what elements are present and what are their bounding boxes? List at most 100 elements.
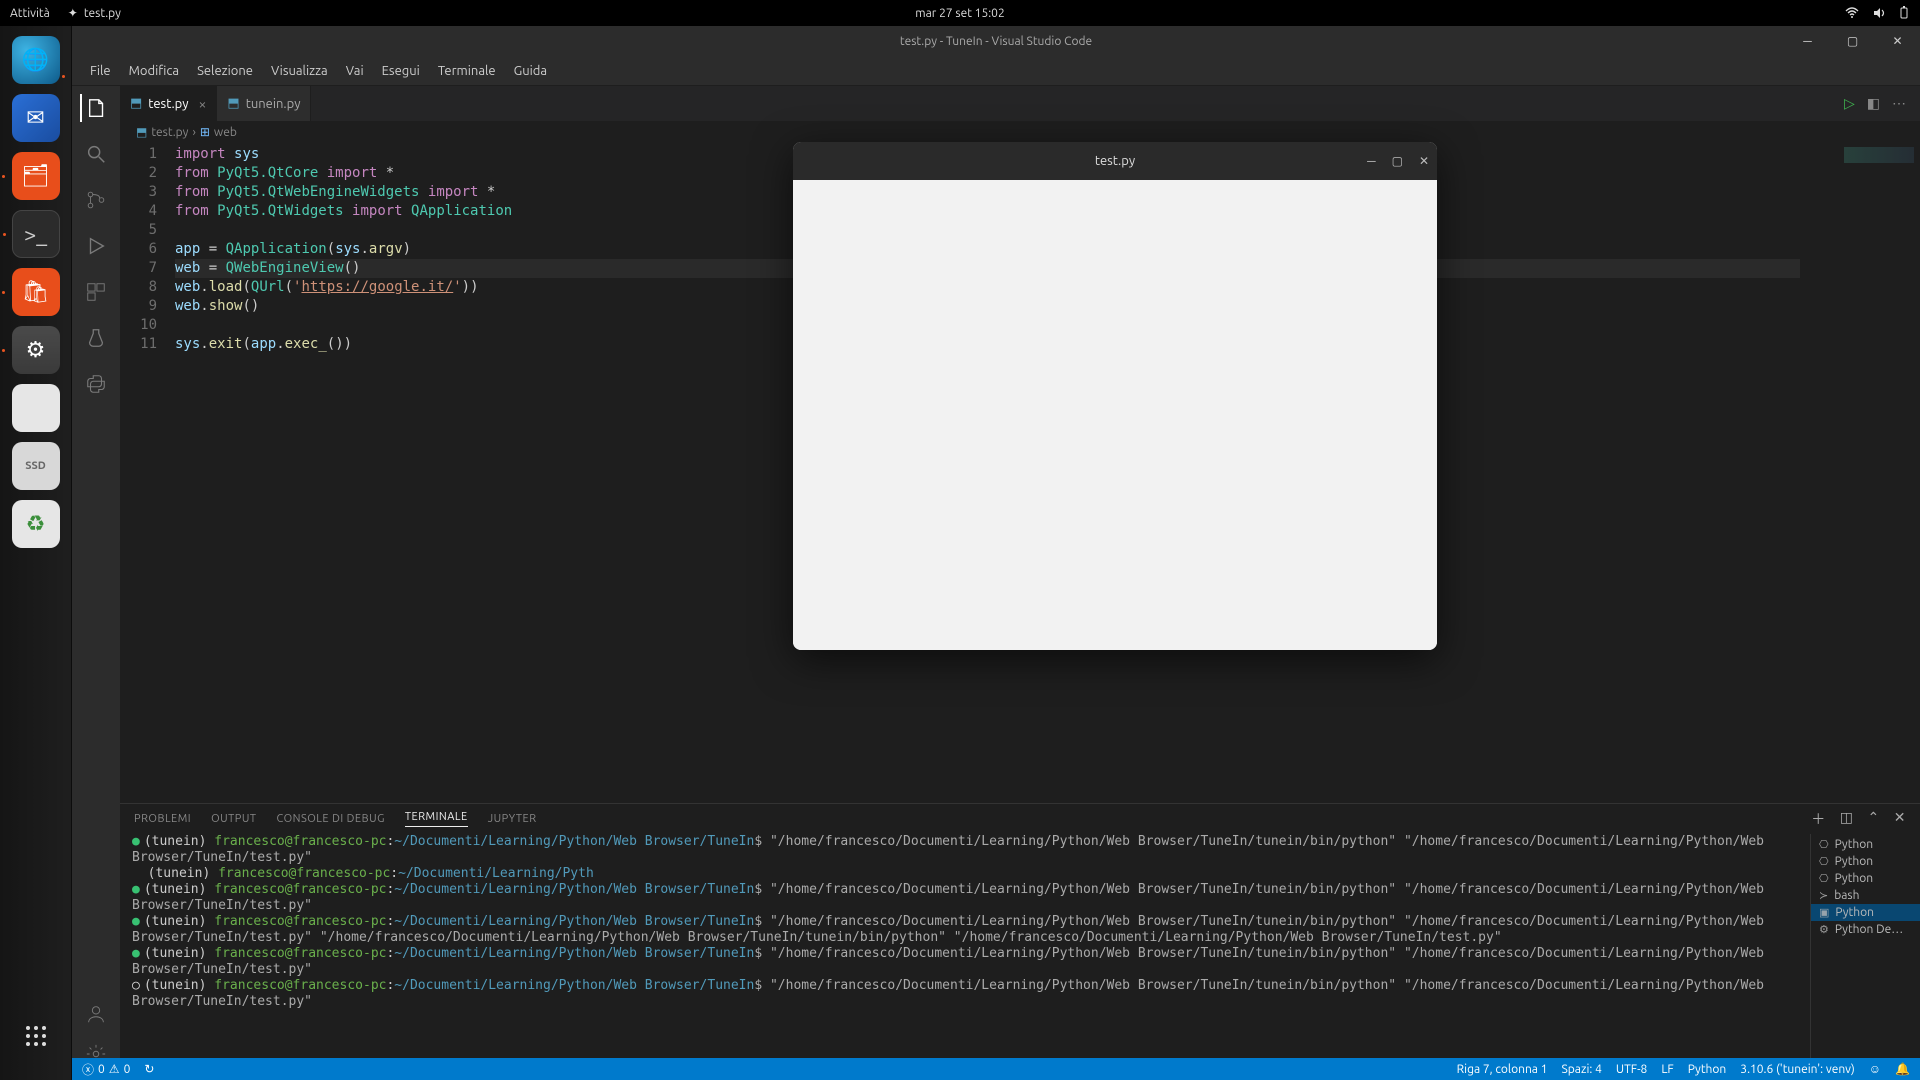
activity-run-debug-icon[interactable] — [82, 232, 110, 260]
terminal-line: ●(tunein) francesco@francesco-pc:~/Docum… — [132, 946, 1798, 978]
run-file-button[interactable]: ▷ — [1844, 95, 1855, 112]
status-eol[interactable]: LF — [1661, 1063, 1673, 1076]
status-encoding[interactable]: UTF-8 — [1616, 1063, 1647, 1076]
activity-bar — [72, 86, 120, 1058]
activity-accounts-icon[interactable] — [85, 1003, 107, 1025]
window-maximize-button[interactable]: ▢ — [1830, 26, 1875, 56]
dock-ssd-icon[interactable]: SSD — [12, 442, 60, 490]
terminal-kind-icon: ⎔ — [1819, 872, 1829, 885]
panel-maximize-icon[interactable]: ⌃ — [1868, 809, 1880, 829]
breadcrumb-file: test.py — [151, 126, 188, 139]
dock-files-icon[interactable]: 🗂 — [12, 152, 60, 200]
terminal-session-label: Python De… — [1835, 923, 1903, 936]
split-editor-icon[interactable]: ◧ — [1867, 95, 1880, 112]
activity-explorer-icon[interactable] — [80, 94, 110, 122]
panel-tab-output[interactable]: OUTPUT — [211, 813, 256, 825]
terminal-new-icon[interactable]: ＋ — [1811, 809, 1826, 829]
menu-selection[interactable]: Selezione — [189, 60, 261, 82]
volume-icon[interactable] — [1872, 6, 1886, 20]
tab-label: test.py — [148, 97, 188, 111]
status-debug-icon[interactable]: ↻ — [144, 1062, 154, 1076]
line-gutter: 1234567891011 — [120, 143, 175, 803]
chevron-right-icon: › — [192, 126, 195, 139]
status-cursor-pos[interactable]: Riga 7, colonna 1 — [1457, 1063, 1548, 1076]
panel-tab-jupyter[interactable]: JUPYTER — [488, 813, 537, 825]
editor-more-icon[interactable]: ⋯ — [1892, 95, 1906, 112]
terminal-session-item[interactable]: ⎔Python — [1811, 836, 1920, 853]
gnome-top-bar: Attività ✦ test.py mar 27 set 15:02 — [0, 0, 1920, 26]
panel-tab-debug-console[interactable]: CONSOLE DI DEBUG — [276, 813, 384, 825]
panel-tab-terminal[interactable]: TERMINALE — [405, 811, 468, 827]
child-minimize-button[interactable]: ─ — [1367, 154, 1376, 168]
menu-run[interactable]: Esegui — [374, 60, 428, 82]
dock-settings-icon[interactable]: ⚙ — [12, 326, 60, 374]
status-bar: ⓧ 0 ⚠ 0 ↻ Riga 7, colonna 1 Spazi: 4 UTF… — [72, 1058, 1920, 1080]
terminal-kind-icon: ≻ — [1819, 889, 1828, 902]
status-language[interactable]: Python — [1688, 1063, 1727, 1076]
status-indent[interactable]: Spazi: 4 — [1561, 1063, 1601, 1076]
breadcrumb[interactable]: ⬒ test.py › ⊞ web — [120, 121, 1920, 143]
dock-terminal-icon[interactable]: >_ — [12, 210, 60, 258]
running-app-name: test.py — [84, 7, 121, 20]
wifi-icon[interactable] — [1844, 7, 1860, 19]
tab-close-icon[interactable]: × — [199, 96, 207, 112]
menu-edit[interactable]: Modifica — [121, 60, 187, 82]
terminal-session-item[interactable]: ▣Python — [1811, 904, 1920, 921]
minimap-content — [1844, 147, 1914, 163]
terminal-session-item[interactable]: ⎔Python — [1811, 870, 1920, 887]
minimap[interactable] — [1820, 143, 1920, 803]
menu-file[interactable]: File — [82, 60, 119, 82]
menu-view[interactable]: Visualizza — [263, 60, 336, 82]
terminal-session-item[interactable]: ≻ bash — [1811, 887, 1920, 904]
activity-source-control-icon[interactable] — [82, 186, 110, 214]
activity-search-icon[interactable] — [82, 140, 110, 168]
tab-test-py[interactable]: ⬒ test.py × — [120, 86, 217, 121]
power-icon[interactable] — [1898, 6, 1910, 20]
terminal-kind-icon: ⎔ — [1819, 855, 1829, 868]
child-close-button[interactable]: ✕ — [1419, 154, 1429, 168]
window-close-button[interactable]: ✕ — [1875, 26, 1920, 56]
terminal-session-label: Python — [1835, 855, 1874, 868]
child-window-body — [793, 180, 1437, 650]
status-errors[interactable]: ⓧ 0 ⚠ 0 — [82, 1061, 130, 1078]
error-icon: ⓧ — [82, 1061, 94, 1078]
activity-extensions-icon[interactable] — [82, 278, 110, 306]
terminal-split-icon[interactable]: ◫ — [1840, 809, 1854, 829]
tab-tunein-py[interactable]: ⬒ tunein.py — [217, 86, 311, 121]
qt-child-window: test.py ─ ▢ ✕ — [793, 142, 1437, 650]
panel-tab-problems[interactable]: PROBLEMI — [134, 813, 191, 825]
terminal-session-item[interactable]: ⎔ Python — [1811, 853, 1920, 870]
activity-python-icon[interactable] — [82, 370, 110, 398]
dock-trash-icon[interactable]: ♻ — [12, 500, 60, 548]
clock[interactable]: mar 27 set 15:02 — [915, 7, 1004, 20]
running-app-indicator[interactable]: ✦ test.py — [68, 6, 121, 20]
terminal-session-label: bash — [1834, 889, 1859, 902]
status-notifications-icon[interactable]: 🔔 — [1895, 1062, 1910, 1076]
vscode-title-bar: test.py - TuneIn - Visual Studio Code ─ … — [72, 26, 1920, 56]
dock-software-icon[interactable]: 🛍 — [12, 268, 60, 316]
activities-button[interactable]: Attività — [10, 7, 50, 20]
dock-misc-icon[interactable] — [12, 384, 60, 432]
terminal-sessions-list: ⎔Python⎔Python⎔Python≻bash▣Python⚙Python… — [1810, 834, 1920, 1058]
status-interpreter[interactable]: 3.10.6 ('tunein': venv) — [1740, 1063, 1854, 1076]
dock-browser-icon[interactable]: 🌐 — [12, 36, 60, 84]
terminal-line: ●(tunein) francesco@francesco-pc:~/Docum… — [132, 882, 1798, 914]
dock-apps-grid-icon[interactable] — [12, 1012, 60, 1060]
python-file-icon: ⬒ — [227, 96, 239, 111]
status-feedback-icon[interactable]: ☺ — [1869, 1062, 1881, 1076]
terminal-output[interactable]: ●(tunein) francesco@francesco-pc:~/Docum… — [120, 834, 1810, 1058]
panel-close-icon[interactable]: ✕ — [1894, 809, 1906, 829]
tab-label: tunein.py — [246, 97, 301, 111]
menu-terminal[interactable]: Terminale — [430, 60, 504, 82]
menu-help[interactable]: Guida — [506, 60, 556, 82]
dock-mail-icon[interactable]: ✉ — [12, 94, 60, 142]
symbol-variable-icon: ⊞ — [200, 125, 210, 139]
menu-go[interactable]: Vai — [338, 60, 372, 82]
python-file-icon: ⬒ — [136, 125, 147, 139]
child-maximize-button[interactable]: ▢ — [1392, 154, 1403, 168]
window-minimize-button[interactable]: ─ — [1785, 26, 1830, 56]
terminal-line: ●(tunein) francesco@francesco-pc:~/Docum… — [132, 834, 1798, 866]
terminal-session-item[interactable]: ⚙Python De… — [1811, 921, 1920, 938]
breadcrumb-symbol: web — [214, 126, 237, 139]
activity-testing-icon[interactable] — [82, 324, 110, 352]
